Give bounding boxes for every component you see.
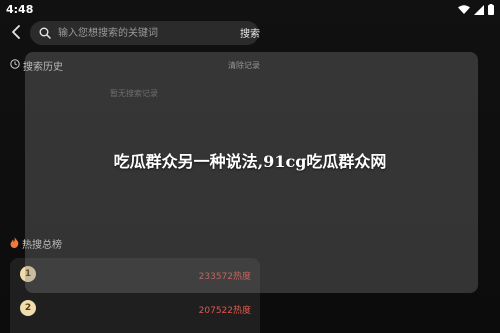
wifi-icon xyxy=(458,0,470,19)
chevron-left-icon xyxy=(11,24,21,43)
search-box[interactable] xyxy=(30,21,259,45)
battery-icon xyxy=(488,0,494,19)
status-icons xyxy=(458,0,494,19)
back-button[interactable] xyxy=(6,23,26,43)
status-time: 4:48 xyxy=(6,2,34,16)
clock-icon xyxy=(10,58,20,72)
overlay-card xyxy=(25,52,478,293)
overlay-caption: 吃瓜群众另一种说法,91cg吃瓜群众网 xyxy=(113,152,387,171)
signal-icon xyxy=(474,0,484,19)
status-bar: 4:48 xyxy=(0,0,500,18)
heat-count: 207522热度 xyxy=(198,306,251,316)
search-screen: 4:48 搜索 xyxy=(0,0,500,333)
search-icon xyxy=(38,26,52,40)
search-input[interactable] xyxy=(52,22,259,44)
search-header: 搜索 xyxy=(0,20,500,46)
rank-badge: 2 xyxy=(20,300,36,316)
flame-icon xyxy=(10,236,19,251)
search-button[interactable]: 搜索 xyxy=(240,25,260,40)
list-item[interactable]: 2 207522热度 xyxy=(10,292,260,326)
